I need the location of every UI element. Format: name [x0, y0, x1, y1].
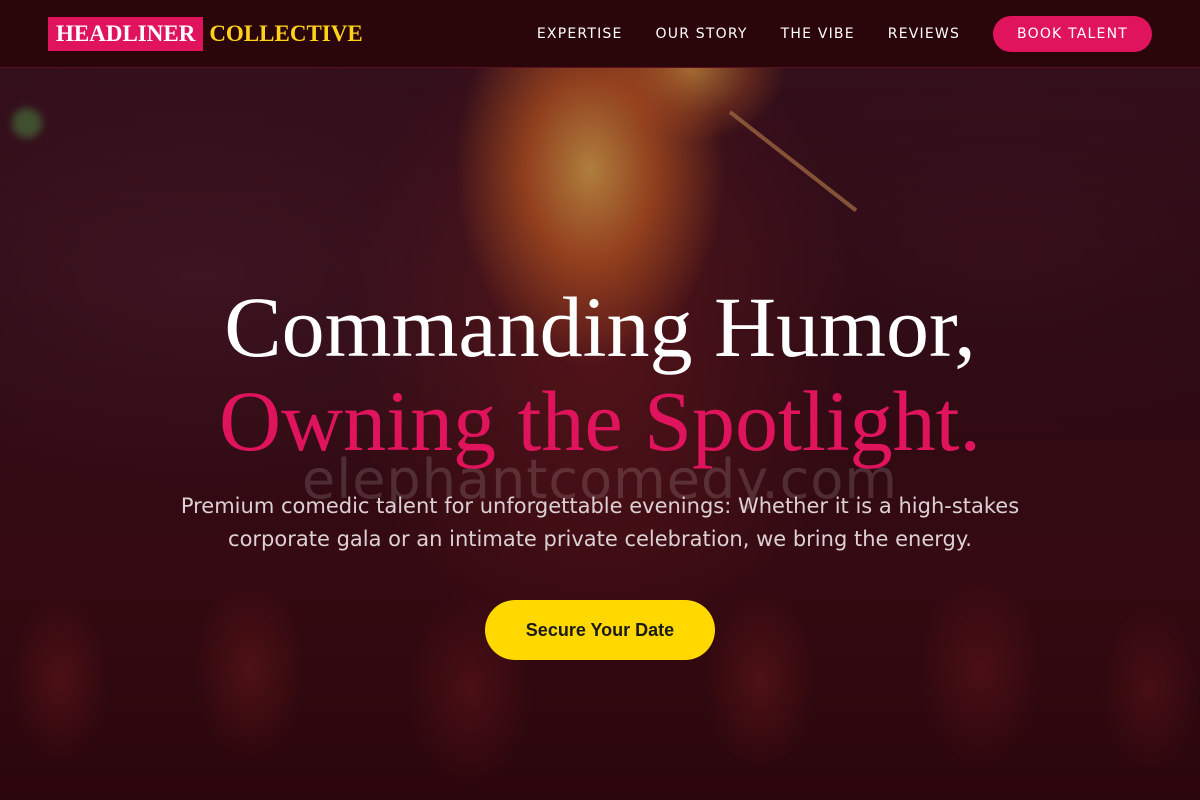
nav-link-our-story[interactable]: OUR STORY — [656, 26, 748, 42]
logo-primary-text: HEADLINER — [48, 16, 204, 51]
main-nav: EXPERTISE OUR STORY THE VIBE REVIEWS BOO… — [537, 15, 1152, 52]
logo-secondary-text: COLLECTIVE — [209, 20, 363, 46]
book-talent-button[interactable]: BOOK TALENT — [993, 15, 1152, 52]
brand-logo[interactable]: HEADLINER COLLECTIVE — [48, 16, 363, 51]
hero-title: Commanding Humor, Owning the Spotlight. — [0, 280, 1200, 468]
site-header: HEADLINER COLLECTIVE EXPERTISE OUR STORY… — [0, 0, 1200, 68]
hero-subtitle: Premium comedic talent for unforgettable… — [180, 494, 1020, 551]
nav-link-reviews[interactable]: REVIEWS — [888, 26, 960, 42]
hero-title-line2: Owning the Spotlight. — [218, 373, 982, 469]
hero-title-line1: Commanding Humor, — [224, 279, 976, 375]
nav-link-the-vibe[interactable]: THE VIBE — [781, 26, 855, 42]
hero-section: elephantcomedy.com Commanding Humor, Own… — [0, 280, 1200, 660]
secure-your-date-button[interactable]: Secure Your Date — [485, 600, 715, 660]
nav-link-expertise[interactable]: EXPERTISE — [537, 26, 623, 42]
